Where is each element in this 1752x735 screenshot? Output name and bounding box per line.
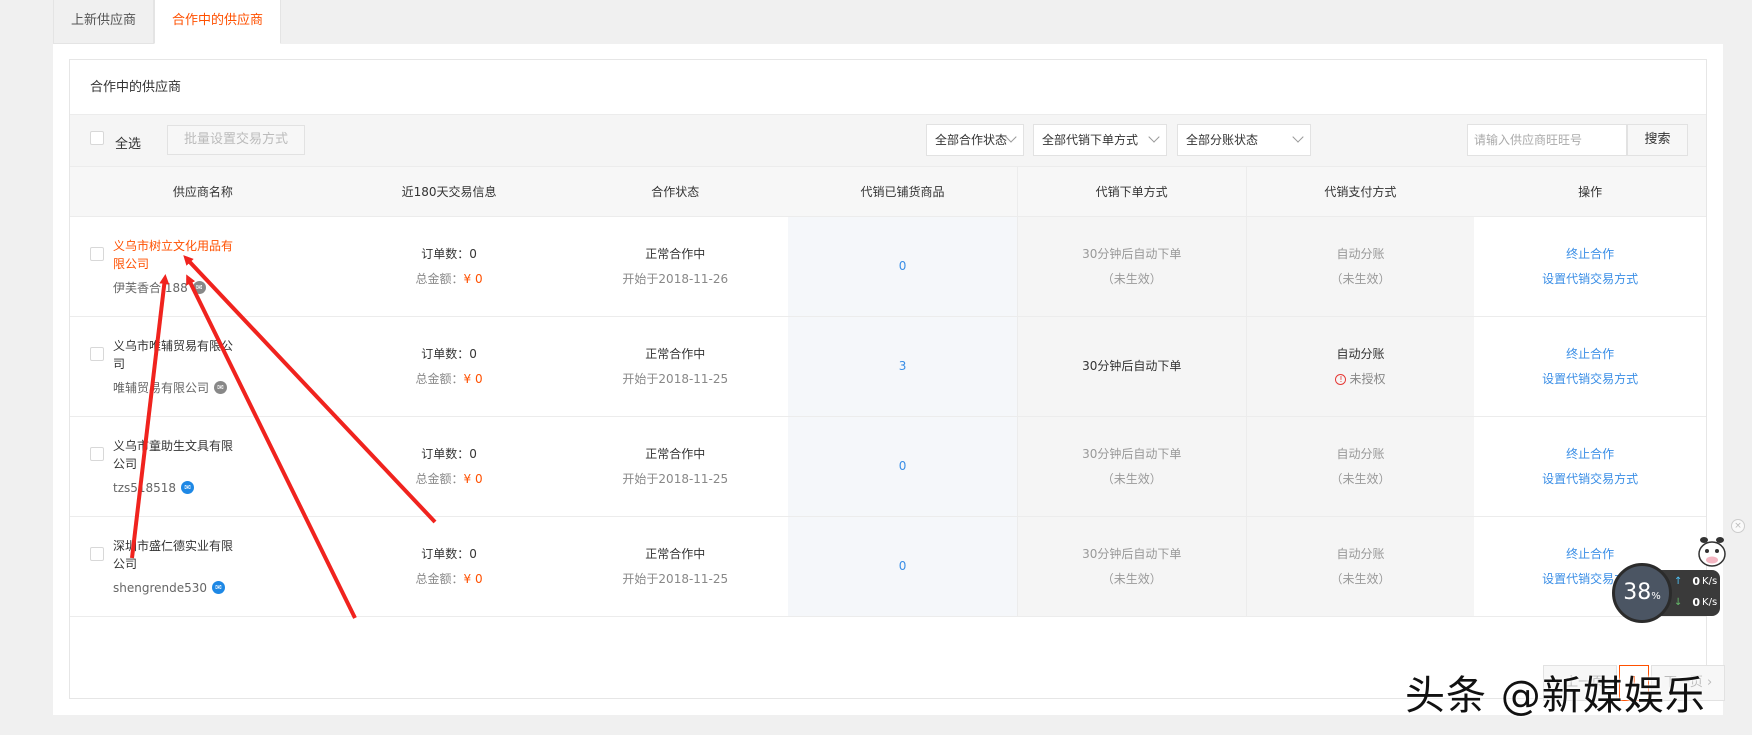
annotation-arrow: [183, 255, 437, 524]
memory-usage-unit: %: [1651, 591, 1661, 602]
close-icon[interactable]: ×: [1731, 519, 1745, 533]
annotation-arrow: [130, 274, 170, 559]
download-speed: ↓ 0 K/s: [1674, 596, 1717, 609]
annotation-arrows: [130, 255, 437, 619]
memory-usage-gauge: 38%: [1612, 563, 1672, 623]
network-speed-widget[interactable]: 38% ↑ 0 K/s ↓ 0 K/s: [1612, 563, 1730, 625]
download-arrow-icon: ↓: [1674, 597, 1683, 608]
memory-usage-percent: 38: [1623, 580, 1652, 605]
download-speed-value: 0: [1692, 596, 1701, 609]
upload-speed: ↑ 0 K/s: [1674, 575, 1717, 588]
upload-speed-value: 0: [1692, 575, 1701, 588]
download-speed-unit: K/s: [1702, 597, 1718, 608]
upload-arrow-icon: ↑: [1674, 576, 1683, 587]
watermark: 头条 @新媒娱乐: [1405, 673, 1706, 719]
annotation-arrow: [186, 274, 357, 619]
upload-speed-unit: K/s: [1702, 576, 1718, 587]
